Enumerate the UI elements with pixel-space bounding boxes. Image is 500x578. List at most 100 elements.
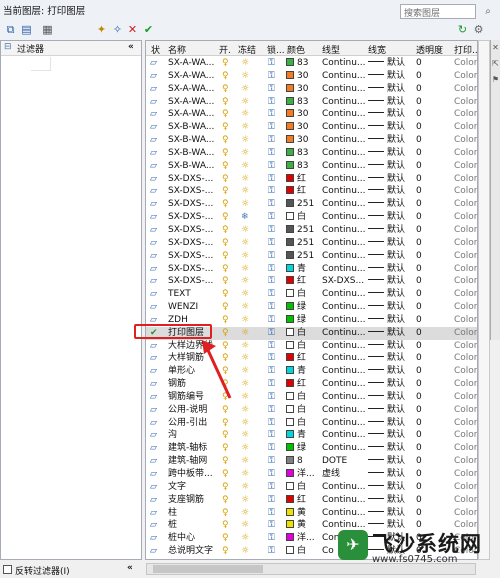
bulb-icon[interactable]: ♀	[222, 417, 229, 430]
lineweight-cell[interactable]: 默认	[368, 263, 405, 276]
col-transparency[interactable]: 透明度	[416, 43, 443, 56]
layer-row[interactable]: ▱ WENZI ♀ ☼ ⚿ 绿 Continu... 默认 0 Color...	[146, 301, 477, 314]
plot-style-cell[interactable]: Color...	[454, 83, 477, 96]
new-layer-vp-icon[interactable]: ✧	[110, 22, 125, 37]
lock-icon[interactable]: ⚿	[268, 70, 275, 83]
transparency-cell[interactable]: 0	[416, 70, 422, 83]
freeze-icon[interactable]: ☼	[241, 288, 249, 301]
bulb-icon[interactable]: ♀	[222, 429, 229, 442]
color-cell[interactable]: 白	[286, 211, 306, 224]
lock-icon[interactable]: ⚿	[268, 391, 275, 404]
lineweight-cell[interactable]: 默认	[368, 391, 405, 404]
lineweight-cell[interactable]: 默认	[368, 147, 405, 160]
status-icon[interactable]: ▱	[150, 391, 157, 404]
layer-row[interactable]: ▱ 文字 ♀ ☼ ⚿ 白 Continu... 默认 0 Color...	[146, 481, 477, 494]
freeze-icon[interactable]: ☼	[241, 121, 249, 134]
freeze-icon[interactable]: ☼	[241, 57, 249, 70]
plot-style-cell[interactable]: Color...	[454, 173, 477, 186]
plot-style-cell[interactable]: Color...	[454, 352, 477, 365]
edge-props-icon[interactable]: ⚑	[491, 72, 500, 88]
color-cell[interactable]: 白	[286, 417, 306, 430]
color-cell[interactable]: 白	[286, 481, 306, 494]
layer-row[interactable]: ▱钢筋编号♀☼⚿白Continu...默认0Color...	[146, 391, 477, 404]
linetype-cell[interactable]: Continu...	[322, 378, 366, 391]
plot-style-cell[interactable]: Color...	[454, 429, 477, 442]
plot-style-cell[interactable]: Color...	[454, 378, 477, 391]
freeze-icon[interactable]: ☼	[241, 468, 249, 481]
status-icon[interactable]: ▱	[150, 70, 157, 83]
lineweight-cell[interactable]: 默认	[368, 224, 405, 237]
transparency-cell[interactable]: 0	[416, 83, 422, 96]
freeze-icon[interactable]: ☼	[241, 160, 249, 173]
plot-style-cell[interactable]: Color...	[454, 224, 477, 237]
delete-layer-icon[interactable]: ✕	[125, 22, 140, 37]
plot-style-cell[interactable]: Color...	[454, 160, 477, 173]
transparency-cell[interactable]: 0	[416, 250, 422, 263]
linetype-cell[interactable]: Continu...	[322, 147, 366, 160]
layer-row[interactable]: ▱ 建筑-轴标 ♀ ☼ ⚿ 绿 Continu... 默认 0 Color...	[146, 442, 477, 455]
layer-row[interactable]: ▱ SX-DXS-... ♀ ☼ ⚿ 251 Continu... 默认 0 Color...	[146, 198, 477, 211]
layer-row[interactable]: ▱ TEXT ♀ ☼ ⚿ 白 Continu... 默认 0 Color...	[146, 288, 477, 301]
freeze-icon[interactable]: ☼	[241, 250, 249, 263]
status-icon[interactable]: ▱	[150, 378, 157, 391]
transparency-cell[interactable]: 0	[416, 442, 422, 455]
lock-icon[interactable]: ⚿	[268, 327, 275, 340]
plot-style-cell[interactable]: Color...	[454, 198, 477, 211]
transparency-cell[interactable]: 0	[416, 340, 422, 353]
status-icon[interactable]: ▱	[150, 519, 157, 532]
color-cell[interactable]: 绿	[286, 301, 306, 314]
status-icon[interactable]: ▱	[150, 224, 157, 237]
linetype-cell[interactable]: Continu...	[322, 237, 366, 250]
bulb-icon[interactable]: ♀	[222, 288, 229, 301]
linetype-cell[interactable]: Continu...	[322, 211, 366, 224]
transparency-cell[interactable]: 0	[416, 327, 422, 340]
transparency-cell[interactable]: 0	[416, 288, 422, 301]
status-icon[interactable]: ▱	[150, 160, 157, 173]
bulb-icon[interactable]: ♀	[222, 224, 229, 237]
col-lock[interactable]: 锁...	[267, 43, 285, 56]
freeze-icon[interactable]: ☼	[241, 70, 249, 83]
status-icon[interactable]: ▱	[150, 263, 157, 276]
bulb-icon[interactable]: ♀	[222, 160, 229, 173]
color-cell[interactable]: 黄	[286, 507, 306, 520]
status-icon[interactable]: ▱	[150, 198, 157, 211]
status-icon[interactable]: ▱	[150, 134, 157, 147]
layer-row[interactable]: ▱钢筋♀☼⚿红Continu...默认0Color...	[146, 378, 477, 391]
linetype-cell[interactable]: Continu...	[322, 352, 366, 365]
transparency-cell[interactable]: 0	[416, 224, 422, 237]
freeze-icon[interactable]: ☼	[241, 481, 249, 494]
layer-row[interactable]: ▱ SX-A-WA... ♀ ☼ ⚿ 30 Continu... 默认 0 Color...	[146, 70, 477, 83]
linetype-cell[interactable]: Continu...	[322, 327, 366, 340]
freeze-icon[interactable]: ☼	[241, 147, 249, 160]
linetype-cell[interactable]: Continu...	[322, 391, 366, 404]
color-cell[interactable]: 绿	[286, 442, 306, 455]
bulb-icon[interactable]: ♀	[222, 96, 229, 109]
linetype-cell[interactable]: Continu...	[322, 108, 366, 121]
bulb-icon[interactable]: ♀	[222, 83, 229, 96]
vertical-scrollbar[interactable]	[478, 40, 490, 560]
lock-icon[interactable]: ⚿	[268, 468, 275, 481]
lock-icon[interactable]: ⚿	[268, 147, 275, 160]
freeze-icon[interactable]: ☼	[241, 134, 249, 147]
linetype-cell[interactable]: Continu...	[322, 185, 366, 198]
lock-icon[interactable]: ⚿	[268, 224, 275, 237]
color-cell[interactable]: 白	[286, 288, 306, 301]
status-icon[interactable]: ▱	[150, 455, 157, 468]
layer-row[interactable]: ▱ SX-A-WA... ♀ ☼ ⚿ 30 Continu... 默认 0 Color...	[146, 108, 477, 121]
color-cell[interactable]: 8	[286, 455, 303, 468]
linetype-cell[interactable]: Continu...	[322, 429, 366, 442]
lineweight-cell[interactable]: 默认	[368, 108, 405, 121]
lock-icon[interactable]: ⚿	[268, 417, 275, 430]
lineweight-cell[interactable]: 默认	[368, 481, 405, 494]
status-icon[interactable]: ▱	[150, 507, 157, 520]
col-on[interactable]: 开.	[219, 43, 231, 56]
transparency-cell[interactable]: 0	[416, 121, 422, 134]
bulb-icon[interactable]: ♀	[222, 250, 229, 263]
lock-icon[interactable]: ⚿	[268, 160, 275, 173]
lineweight-cell[interactable]: 默认	[368, 83, 405, 96]
lineweight-cell[interactable]: 默认	[368, 185, 405, 198]
freeze-icon[interactable]: ❄	[241, 211, 249, 224]
bulb-icon[interactable]: ♀	[222, 442, 229, 455]
linetype-cell[interactable]: Continu...	[322, 57, 366, 70]
color-cell[interactable]: 红	[286, 173, 306, 186]
